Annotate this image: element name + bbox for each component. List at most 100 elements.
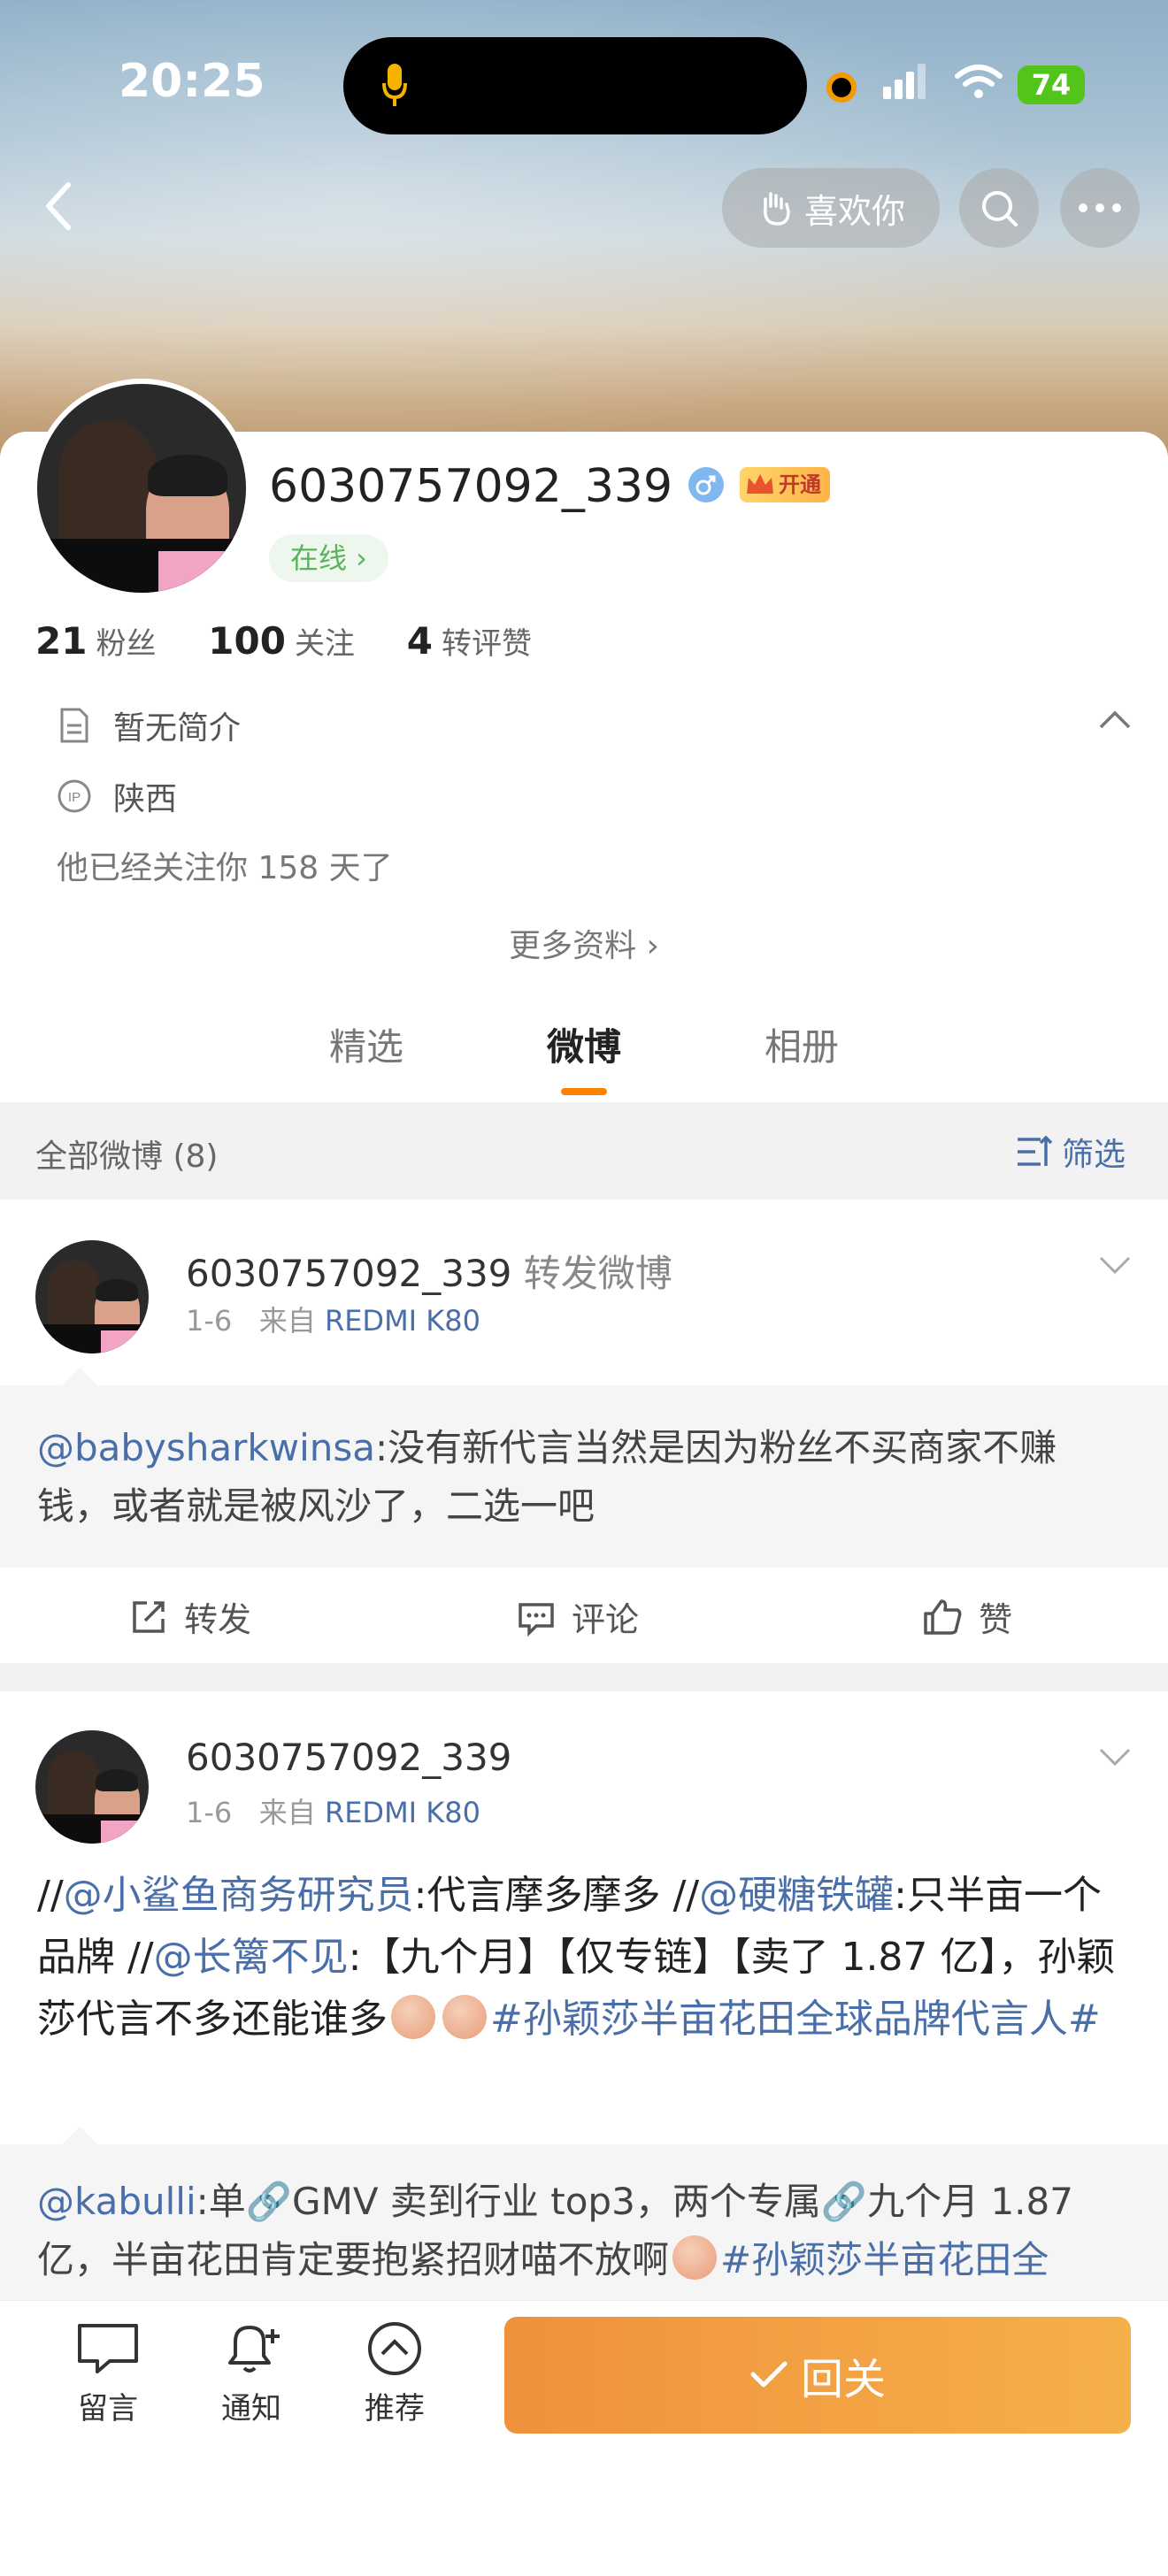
post-author-name[interactable]: 6030757092_339 xyxy=(186,1736,511,1779)
hand-wave-icon xyxy=(764,192,790,226)
message-icon xyxy=(78,2324,138,2373)
collapse-chevron-up-icon[interactable] xyxy=(1097,709,1133,731)
quoted-user-link[interactable]: @kabulli xyxy=(37,2180,196,2223)
message-button[interactable]: 留言 xyxy=(55,2320,161,2427)
tab-featured[interactable]: 精选 xyxy=(329,1017,403,1071)
comment-label: 评论 xyxy=(572,1600,640,1639)
emoji-icon xyxy=(391,1995,435,2039)
fans-label: 粉丝 xyxy=(96,626,157,662)
like-label: 赞 xyxy=(979,1600,1013,1639)
like-you-label: 喜欢你 xyxy=(803,191,905,231)
following-label: 关注 xyxy=(294,626,355,662)
recording-indicator-icon xyxy=(826,73,857,103)
search-icon xyxy=(982,191,1018,226)
comment-button[interactable]: 评论 xyxy=(517,1592,639,1641)
bio-row: 暂无简介 xyxy=(57,702,241,748)
document-icon xyxy=(60,708,88,743)
post-avatar[interactable] xyxy=(35,1240,149,1353)
post-separator xyxy=(0,1663,1168,1691)
message-label: 留言 xyxy=(78,2391,138,2426)
profile-avatar[interactable] xyxy=(32,379,251,598)
follow-back-button[interactable]: 回关 xyxy=(504,2317,1131,2434)
like-you-button[interactable]: 喜欢你 xyxy=(722,168,940,248)
thumbs-up-icon xyxy=(924,1598,962,1635)
quoted-post-2[interactable]: @kabulli:单🔗GMV 卖到行业 top3，两个专属🔗九个月 1.87 亿… xyxy=(0,2127,1168,2321)
vip-badge-label: 开通 xyxy=(779,472,821,497)
filter-icon xyxy=(1018,1135,1053,1166)
hashtag-link[interactable]: #孙颖莎半亩花田全球品牌代言人# xyxy=(490,1997,1101,2042)
mention-link[interactable]: @硬糖铁罐 xyxy=(699,1873,894,1918)
post-date: 1-6 xyxy=(186,1796,233,1829)
quoted-user-link[interactable]: @babysharkwinsa xyxy=(37,1426,375,1469)
chevron-down-icon[interactable] xyxy=(1097,1254,1133,1276)
chevron-down-icon[interactable] xyxy=(1097,1746,1133,1767)
all-posts-label: 全部微博 (8) xyxy=(35,1138,219,1175)
vip-open-badge[interactable]: 开通 xyxy=(740,467,830,502)
filter-button[interactable]: 筛选 xyxy=(1016,1129,1126,1175)
recommend-icon xyxy=(368,2322,421,2375)
post-source-prefix: 来自 xyxy=(258,1796,316,1829)
body-segment: :代言摩多摩多 // xyxy=(413,1873,700,1918)
wifi-icon xyxy=(955,65,1003,98)
more-options-button[interactable] xyxy=(1060,168,1140,248)
tab-weibo[interactable]: 微博 xyxy=(547,1017,621,1071)
tab-album[interactable]: 相册 xyxy=(765,1017,839,1071)
dynamic-island xyxy=(343,37,807,134)
emoji-icon xyxy=(442,1995,487,2039)
quote-pointer xyxy=(62,1368,97,1385)
post-author[interactable]: 6030757092_339 转发微博 xyxy=(186,1244,672,1298)
quote-pointer xyxy=(62,2127,97,2144)
repost-icon xyxy=(133,1600,165,1633)
bio-text: 暂无简介 xyxy=(113,710,242,747)
quoted-post-1[interactable]: @babysharkwinsa:没有新代言当然是因为粉丝不买商家不赚钱，或者就是… xyxy=(0,1368,1168,1568)
recommend-label: 推荐 xyxy=(365,2391,425,2426)
fans-count: 21 xyxy=(35,619,88,663)
quoted-text: @babysharkwinsa:没有新代言当然是因为粉丝不买商家不赚钱，或者就是… xyxy=(37,1419,1115,1536)
follow-days-text: 他已经关注你 158 天了 xyxy=(57,850,393,886)
profile-stats: 21 粉丝 100 关注 4 转评赞 xyxy=(35,619,574,663)
hashtag-link[interactable]: #孙颖莎半亩花田全 xyxy=(720,2238,1049,2281)
like-button[interactable]: 赞 xyxy=(922,1592,1012,1641)
username-text: 6030757092_339 xyxy=(269,460,673,513)
profile-username: 6030757092_339 xyxy=(269,460,672,513)
microphone-icon xyxy=(382,64,407,106)
quoted-text: @kabulli:单🔗GMV 卖到行业 top3，两个专属🔗九个月 1.87 亿… xyxy=(37,2173,1115,2289)
signal-icon xyxy=(883,64,926,99)
status-bar: 20:25 74 xyxy=(0,0,1168,168)
filter-label: 筛选 xyxy=(1062,1137,1126,1173)
post-date: 1-6 xyxy=(186,1304,233,1338)
recommend-button[interactable]: 推荐 xyxy=(342,2320,448,2427)
back-button[interactable] xyxy=(18,166,97,246)
post-header-1[interactable]: 6030757092_339 转发微博 1-6 来自 REDMI K80 xyxy=(0,1200,1168,1385)
body-segment: // xyxy=(37,1873,64,1918)
more-info-link[interactable]: 更多资料 › xyxy=(0,920,1168,966)
post-actions-1: 转发 评论 赞 xyxy=(0,1568,1168,1663)
filter-bar: 全部微博 (8) 筛选 xyxy=(0,1102,1168,1200)
post-source-prefix: 来自 xyxy=(258,1304,316,1338)
ip-location-icon: IP xyxy=(58,779,91,813)
back-arrow-icon xyxy=(46,182,71,230)
engagement-count: 4 xyxy=(406,619,433,663)
post-avatar[interactable] xyxy=(35,1730,149,1844)
mention-link[interactable]: @长篱不见 xyxy=(154,1935,349,1980)
post-body: //@小鲨鱼商务研究员:代言摩多摩多 //@硬糖铁罐:只半亩一个品牌 //@长篱… xyxy=(37,1865,1133,2051)
notify-button[interactable]: 通知 xyxy=(198,2320,304,2427)
location-row: IP 陕西 xyxy=(57,773,177,819)
svg-text:IP: IP xyxy=(68,790,81,805)
mention-link[interactable]: @小鲨鱼商务研究员 xyxy=(64,1873,414,1918)
online-status[interactable]: 在线 › xyxy=(269,534,388,582)
search-button[interactable] xyxy=(959,168,1039,248)
check-icon xyxy=(750,2361,788,2388)
bell-plus-icon xyxy=(228,2326,280,2373)
following-stat[interactable]: 100 关注 xyxy=(208,619,355,663)
repost-button[interactable]: 转发 xyxy=(129,1592,251,1641)
location-text: 陕西 xyxy=(113,781,178,817)
repost-label: 转发 xyxy=(184,1600,252,1639)
notify-label: 通知 xyxy=(221,2391,281,2426)
post-device[interactable]: REDMI K80 xyxy=(325,1796,480,1829)
fans-stat[interactable]: 21 粉丝 xyxy=(35,619,157,663)
engagement-stat[interactable]: 4 转评赞 xyxy=(407,619,532,663)
status-time: 20:25 xyxy=(119,55,265,108)
post-device[interactable]: REDMI K80 xyxy=(325,1304,480,1338)
bottom-bar: 留言 通知 推荐 回关 xyxy=(0,2300,1168,2538)
